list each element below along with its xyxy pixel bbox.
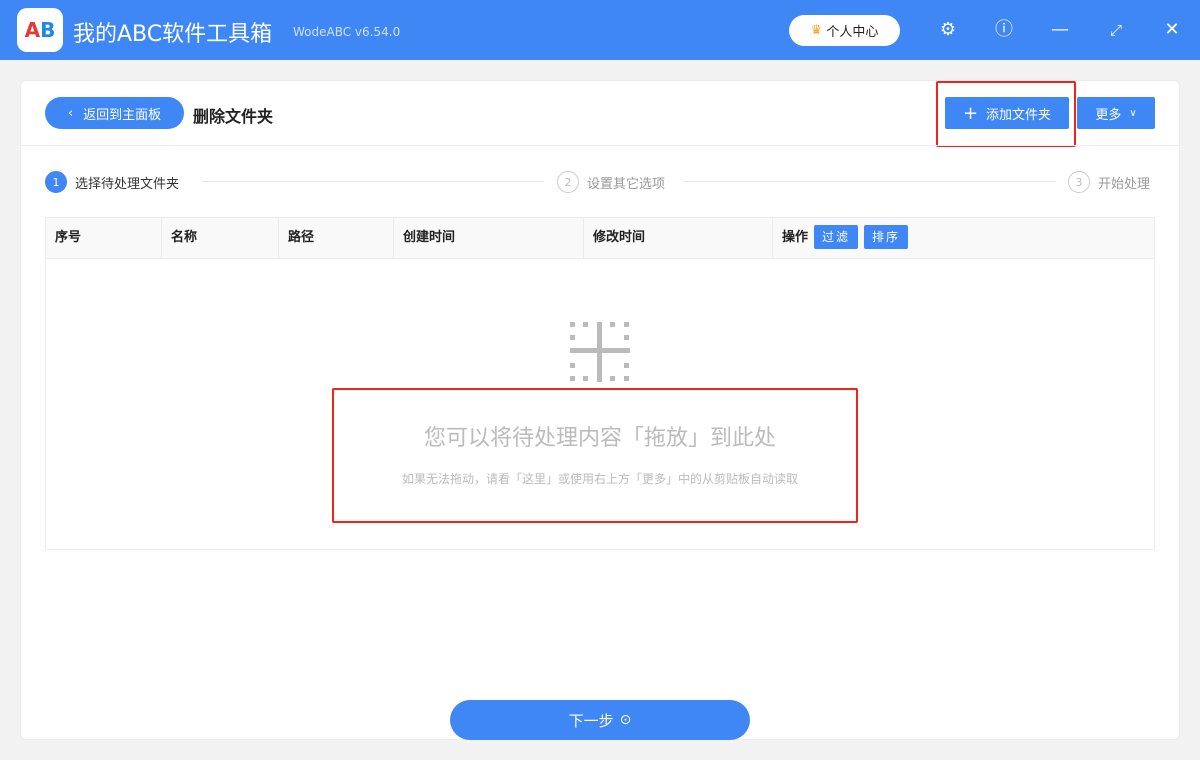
sort-button[interactable]: 排序 [864, 225, 909, 249]
help-icon[interactable]: ⓘ [992, 18, 1016, 42]
chevron-down-icon: ∨ [1129, 107, 1137, 119]
close-icon[interactable]: ✕ [1160, 18, 1184, 42]
col-created: 创建时间 [394, 218, 584, 258]
highlight-box [936, 81, 1076, 147]
step-1: 1 选择待处理文件夹 [45, 171, 179, 193]
back-button[interactable]: ‹ 返回到主面板 [45, 97, 184, 129]
maximize-icon[interactable]: ⤢ [1104, 18, 1128, 42]
step-connector [202, 181, 544, 182]
col-index: 序号 [46, 218, 162, 258]
step-number: 1 [45, 171, 67, 193]
user-center-label: 个人中心 [826, 25, 879, 40]
minimize-icon[interactable]: — [1048, 18, 1072, 42]
drop-icon [570, 322, 630, 382]
step-3: 3 开始处理 [1068, 171, 1150, 193]
col-actions-label: 操作 [782, 230, 809, 245]
step-number: 3 [1068, 171, 1090, 193]
next-step-button[interactable]: 下一步 ⊙ [450, 700, 750, 740]
col-name: 名称 [162, 218, 279, 258]
table-header: 序号 名称 路径 创建时间 修改时间 操作 过滤 排序 [46, 218, 1154, 259]
chevron-left-icon: ‹ [67, 105, 74, 121]
divider [21, 145, 1179, 146]
col-modified: 修改时间 [584, 218, 773, 258]
col-path: 路径 [279, 218, 394, 258]
crown-icon: ♛ [810, 23, 823, 38]
highlight-box [332, 388, 858, 523]
back-label: 返回到主面板 [83, 107, 162, 123]
step-number: 2 [557, 171, 579, 193]
step-label: 选择待处理文件夹 [75, 176, 180, 192]
step-label: 开始处理 [1098, 176, 1151, 192]
page-title: 删除文件夹 [193, 107, 274, 126]
filter-button[interactable]: 过滤 [814, 225, 859, 249]
title-bar: AB 我的ABC软件工具箱 WodeABC v6.54.0 ♛ 个人中心 ⚙ ⓘ … [0, 0, 1200, 60]
app-title: 我的ABC软件工具箱 [73, 22, 273, 47]
gear-icon[interactable]: ⚙ [936, 18, 960, 42]
next-label: 下一步 [568, 711, 614, 730]
col-actions: 操作 过滤 排序 [773, 218, 1153, 258]
step-2: 2 设置其它选项 [557, 171, 665, 193]
step-connector [684, 181, 1056, 182]
user-center-button[interactable]: ♛ 个人中心 [789, 15, 900, 46]
app-logo: AB [17, 8, 63, 52]
app-version: WodeABC v6.54.0 [293, 25, 401, 39]
arrow-right-circle-icon: ⊙ [619, 712, 632, 728]
more-button[interactable]: 更多 ∨ [1077, 97, 1155, 129]
step-label: 设置其它选项 [587, 176, 666, 192]
more-label: 更多 [1095, 107, 1122, 123]
